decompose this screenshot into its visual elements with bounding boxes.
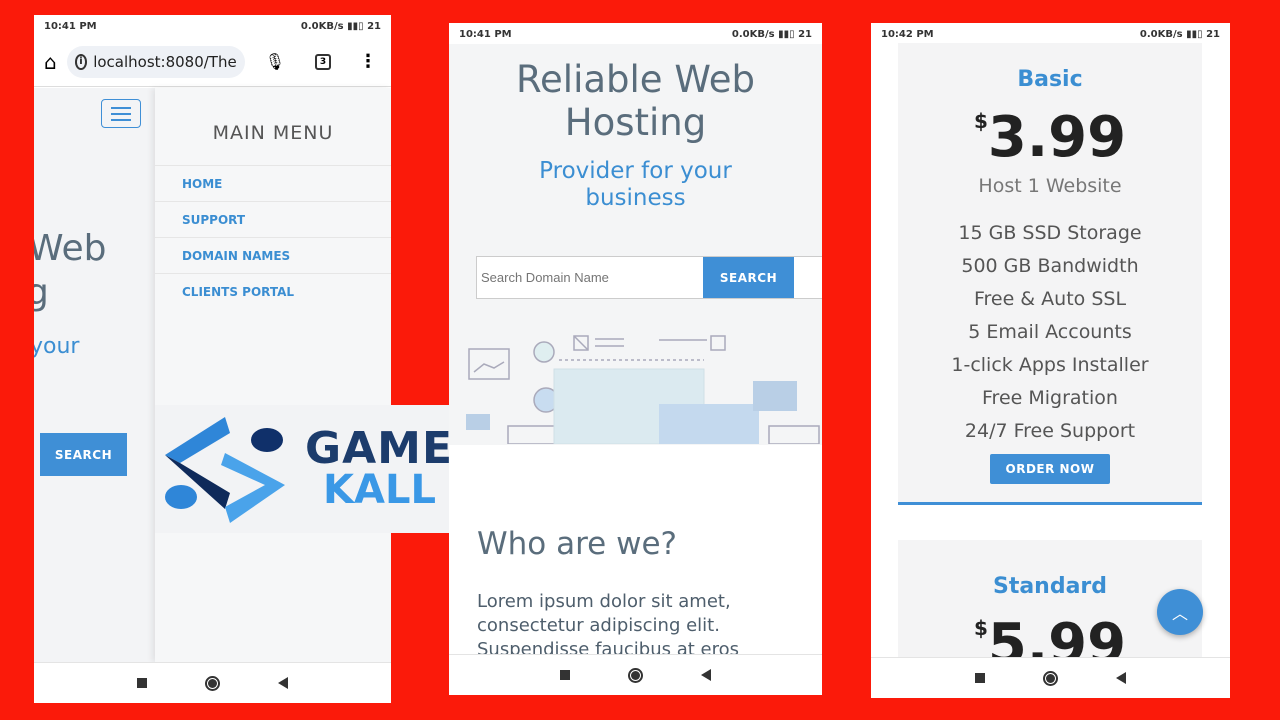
browser-toolbar: ⌂ i localhost:8080/The 🎙 3 ⋮ [34, 37, 391, 87]
status-time: 10:41 PM [459, 28, 512, 40]
back-button[interactable] [701, 669, 711, 681]
android-nav-bar [34, 662, 391, 703]
feature-item: 24/7 Free Support [964, 420, 1136, 442]
status-battery: 21 [367, 20, 381, 32]
plan-name: Basic [1017, 67, 1083, 92]
domain-search-form: SEARCH [476, 256, 822, 299]
plan-name: Standard [992, 574, 1108, 599]
status-network: 0.0KB/s [731, 28, 775, 40]
menu-item-home[interactable]: HOME [155, 166, 391, 202]
feature-item: Free Migration [982, 387, 1118, 409]
back-button[interactable] [1116, 672, 1126, 684]
status-battery: 21 [798, 28, 812, 40]
hero-section: Reliable Web Hosting Provider for your b… [449, 44, 822, 445]
url-text: localhost:8080/The [93, 52, 237, 71]
menu-title: MAIN MENU [155, 88, 391, 166]
currency-symbol: $ [973, 616, 988, 640]
status-network: 0.0KB/s [300, 20, 344, 32]
home-nav-button[interactable] [1043, 670, 1058, 686]
about-text: Lorem ipsum dolor sit amet, consectetur … [477, 591, 739, 656]
microphone-icon[interactable]: 🎙 [265, 52, 285, 71]
logo-text-kall: KALL [323, 467, 436, 513]
recents-button[interactable] [975, 673, 985, 683]
hero-title-fragment: Web [34, 228, 107, 269]
chevron-up-icon: ︿ [1171, 604, 1188, 623]
status-time: 10:41 PM [44, 20, 97, 32]
pricing-card-basic: Basic $3.99 Host 1 Website 15 GB SSD Sto… [898, 43, 1202, 505]
back-button[interactable] [278, 677, 288, 689]
menu-item-domain-names[interactable]: DOMAIN NAMES [155, 238, 391, 274]
status-time: 10:42 PM [881, 28, 934, 40]
hosting-illustration [466, 335, 820, 444]
page-behind-menu: Web g your SEARCH [34, 88, 155, 662]
menu-item-clients-portal[interactable]: CLIENTS PORTAL [155, 274, 391, 310]
main-menu-panel: MAIN MENU HOME SUPPORT DOMAIN NAMES CLIE… [155, 88, 391, 662]
feature-item: Free & Auto SSL [973, 288, 1127, 310]
hero-title: Reliable Web Hosting [515, 58, 755, 144]
recents-button[interactable] [137, 678, 147, 688]
address-bar[interactable]: i localhost:8080/The [66, 45, 245, 78]
status-bar: 10:41 PM 0.0KB/s ▮▮▯ 21 [449, 23, 822, 45]
logo-mark-icon [165, 417, 285, 523]
android-nav-bar [871, 657, 1230, 698]
more-menu-icon[interactable]: ⋮ [359, 51, 377, 72]
android-nav-bar [449, 654, 822, 695]
price-value: 3.99 [987, 105, 1127, 170]
feature-item: 500 GB Bandwidth [961, 255, 1139, 277]
phone-screenshot-hero: 10:41 PM 0.0KB/s ▮▮▯ 21 Reliable Web Host… [449, 23, 822, 695]
status-network: 0.0KB/s [1139, 28, 1183, 40]
phone-screenshot-pricing: 10:42 PM 0.0KB/s ▮▮▯ 21 Basic $3.99 Host … [871, 23, 1230, 698]
hero-title-fragment-2: g [34, 272, 49, 313]
recents-button[interactable] [560, 670, 570, 680]
search-button[interactable]: SEARCH [40, 433, 127, 476]
plan-subtitle: Host 1 Website [978, 175, 1122, 197]
game-kall-logo: GAME KALL [155, 405, 485, 533]
search-button[interactable]: SEARCH [703, 257, 794, 298]
domain-search-input[interactable] [477, 257, 703, 298]
hero-subtitle: Provider for your business [539, 158, 732, 211]
status-bar: 10:42 PM 0.0KB/s ▮▮▯ 21 [871, 23, 1230, 45]
phone-screenshot-menu: 10:41 PM 0.0KB/s ▮▮▯ 21 ⌂ i localhost:8080… [34, 15, 391, 703]
about-title: Who are we? [477, 526, 677, 562]
hero-subtitle-fragment: your [34, 334, 80, 359]
feature-item: 5 Email Accounts [968, 321, 1132, 343]
feature-item: 1-click Apps Installer [951, 354, 1149, 376]
plan-price: $3.99 [898, 92, 1202, 167]
order-now-button[interactable]: ORDER NOW [990, 454, 1110, 484]
status-battery: 21 [1206, 28, 1220, 40]
tabs-count-button[interactable]: 3 [315, 53, 332, 70]
currency-symbol: $ [973, 109, 988, 133]
feature-item: 15 GB SSD Storage [958, 222, 1142, 244]
home-icon[interactable]: ⌂ [44, 50, 57, 74]
hamburger-button[interactable] [101, 99, 141, 128]
info-icon[interactable]: i [74, 53, 88, 70]
home-nav-button[interactable] [205, 675, 220, 691]
scroll-to-top-button[interactable]: ︿ [1157, 589, 1203, 635]
menu-item-support[interactable]: SUPPORT [155, 202, 391, 238]
feature-list: 15 GB SSD Storage 500 GB Bandwidth Free … [898, 217, 1202, 448]
status-bar: 10:41 PM 0.0KB/s ▮▮▯ 21 [34, 15, 391, 37]
home-nav-button[interactable] [628, 667, 643, 683]
